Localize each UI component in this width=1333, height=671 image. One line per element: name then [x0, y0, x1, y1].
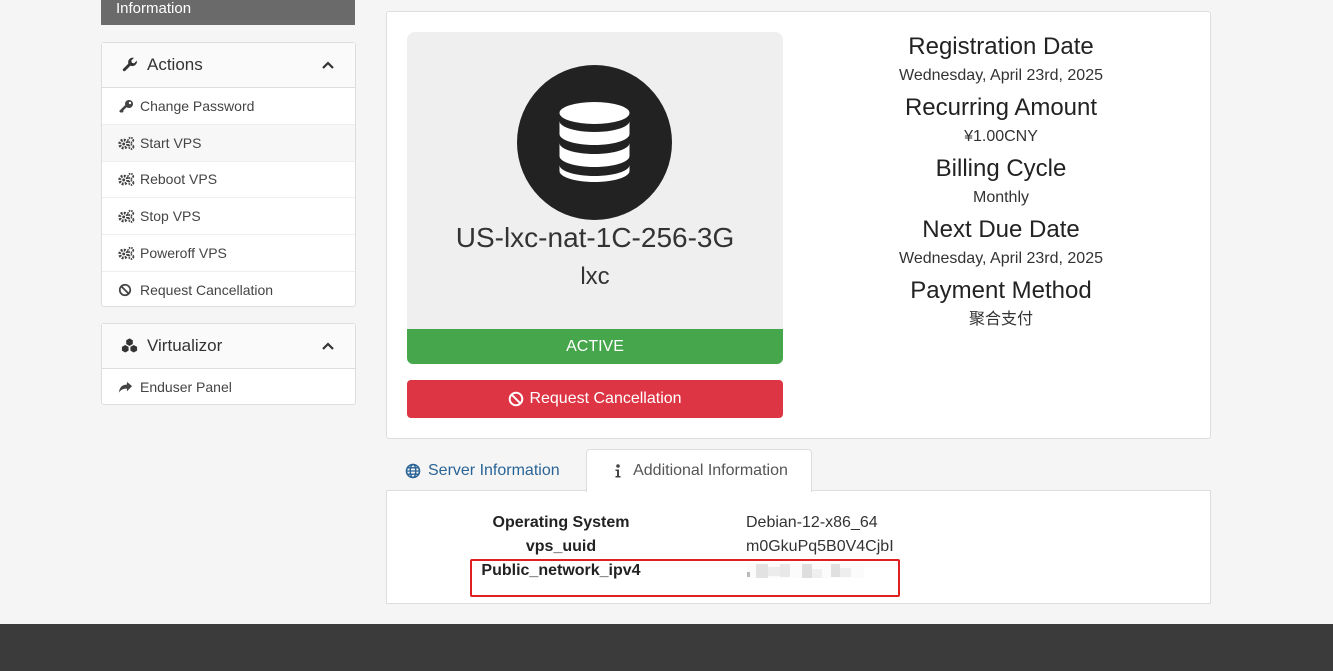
share-icon	[118, 380, 135, 394]
action-stop-vps[interactable]: Stop VPS	[102, 198, 355, 236]
payment-method-label: Payment Method	[910, 277, 1092, 304]
request-cancellation-button[interactable]: Request Cancellation	[407, 380, 783, 418]
next-due-date-value: Wednesday, April 23rd, 2025	[899, 250, 1103, 267]
gears-icon	[118, 172, 135, 187]
gears-icon	[118, 209, 135, 224]
actions-panel: Actions Change Password Start VPS Reboot…	[101, 42, 356, 307]
row-label-operating-system: Operating System	[492, 514, 630, 531]
tab-server-label: Server Information	[428, 462, 560, 479]
cancel-button-label: Request Cancellation	[529, 390, 682, 407]
key-icon	[118, 99, 135, 113]
billing-details: Registration Date Wednesday, April 23rd,…	[800, 32, 1202, 337]
virtualizor-panel: Virtualizor Enduser Panel	[101, 323, 356, 405]
virtualizor-panel-header[interactable]: Virtualizor	[102, 324, 355, 369]
tab-server-information[interactable]: Server Information	[395, 452, 570, 490]
information-tab-label: Information	[116, 0, 192, 17]
gears-icon	[118, 246, 135, 260]
recurring-amount-label: Recurring Amount	[904, 94, 1098, 121]
cubes-icon	[121, 337, 139, 355]
globe-icon	[405, 463, 421, 479]
action-label: Stop VPS	[140, 208, 201, 225]
annotation-highlight-box	[470, 559, 900, 597]
action-request-cancellation[interactable]: Request Cancellation	[102, 272, 355, 309]
action-label: Change Password	[140, 97, 255, 114]
sidebar-information-tab[interactable]: Information	[101, 0, 355, 25]
status-badge: ACTIVE	[407, 329, 783, 364]
wrench-icon	[121, 56, 139, 74]
billing-cycle-value: Monthly	[972, 189, 1030, 206]
payment-method-value: 聚合支付	[968, 311, 1033, 328]
actions-panel-title: Actions	[147, 55, 203, 74]
action-poweroff-vps[interactable]: Poweroff VPS	[102, 235, 355, 272]
row-value-vps-uuid: m0GkuPq5B0V4CjbI	[746, 538, 894, 555]
chevron-up-icon[interactable]	[321, 57, 335, 71]
ban-icon	[508, 391, 524, 407]
action-label: Poweroff VPS	[140, 245, 227, 262]
row-value-operating-system: Debian-12-x86_64	[746, 514, 878, 531]
action-change-password[interactable]: Change Password	[102, 88, 355, 125]
actions-panel-header[interactable]: Actions	[102, 43, 355, 88]
info-icon	[610, 463, 626, 479]
virtualizor-panel-title: Virtualizor	[147, 336, 223, 355]
page-footer	[0, 624, 1333, 671]
action-label: Reboot VPS	[140, 171, 218, 188]
registration-date-label: Registration Date	[908, 33, 1094, 60]
action-label: Request Cancellation	[140, 282, 274, 299]
database-icon	[517, 65, 672, 220]
row-label-vps-uuid: vps_uuid	[525, 538, 597, 555]
product-group: lxc	[580, 263, 610, 290]
gears-icon	[118, 136, 135, 150]
tab-additional-information[interactable]: Additional Information	[586, 449, 812, 492]
ban-icon	[118, 283, 135, 297]
recurring-amount-value: ¥1.00CNY	[964, 128, 1038, 145]
action-start-vps[interactable]: Start VPS	[102, 124, 355, 162]
next-due-date-label: Next Due Date	[922, 216, 1080, 243]
enduser-panel-label: Enduser Panel	[140, 379, 232, 396]
tab-additional-label: Additional Information	[633, 462, 788, 479]
registration-date-value: Wednesday, April 23rd, 2025	[899, 67, 1103, 84]
action-label: Start VPS	[140, 134, 202, 151]
action-reboot-vps[interactable]: Reboot VPS	[102, 162, 355, 199]
product-name: US-lxc-nat-1C-256-3G	[455, 222, 735, 253]
virtualizor-enduser-panel[interactable]: Enduser Panel	[102, 369, 355, 406]
chevron-up-icon[interactable]	[321, 338, 335, 352]
billing-cycle-label: Billing Cycle	[935, 155, 1067, 182]
